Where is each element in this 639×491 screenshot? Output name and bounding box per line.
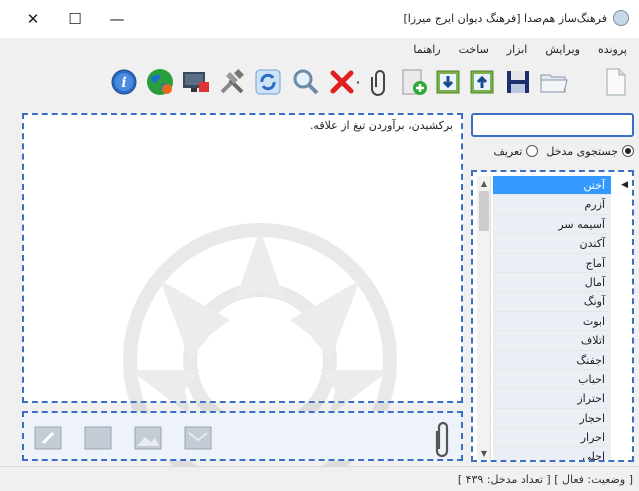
toolbar-dropdown[interactable]: · [352, 66, 364, 98]
definition-search-radio[interactable] [526, 145, 539, 157]
title-bar: ✕ ☐ — فرهنگ‌ساز هم‌صدا [فرهنگ دیوان ایرج… [0, 0, 639, 38]
export-button[interactable] [466, 66, 498, 98]
list-item[interactable]: احتراز [493, 389, 611, 409]
import-icon [436, 70, 460, 94]
list-item[interactable]: اتلاف [493, 331, 611, 351]
open-folder-icon [540, 74, 568, 93]
entry-list: آختن آزرم آسیمه سر آکندن آماج آمال آونگ ابوت اتل… [477, 176, 611, 460]
list-item[interactable]: ابوت [493, 311, 611, 332]
window-title: فرهنگ‌ساز هم‌صدا [فرهنگ دیوان ایرج میرزا… [403, 12, 607, 25]
list-item[interactable]: احلی [493, 447, 611, 460]
entry-search-label: جستجوی مدخل [546, 144, 618, 158]
refresh-button[interactable] [252, 66, 284, 98]
menu-edit[interactable]: ویرایش [536, 43, 589, 56]
computer-icon [183, 72, 209, 92]
refresh-icon [255, 69, 281, 95]
search-button[interactable] [290, 66, 322, 98]
dropdown-arrow-icon: · [355, 72, 361, 92]
minimize-button[interactable]: — [106, 8, 128, 30]
menu-file[interactable]: پرونده [589, 43, 636, 56]
tools-button[interactable] [216, 66, 248, 98]
add-document-button[interactable] [398, 66, 430, 98]
search-icon [293, 69, 319, 95]
definition-panel[interactable]: برکشیدن، برآوردن تیغ از علاقه. [22, 113, 463, 403]
entry-list-panel: ▲ ▼ آختن آزرم آسیمه سر آکندن آماج آمال آونگ ابو… [471, 170, 634, 462]
attach-button[interactable] [364, 66, 396, 98]
globe-button[interactable] [144, 66, 176, 98]
maximize-button[interactable]: ☐ [64, 8, 86, 30]
edit-icon[interactable] [34, 426, 62, 450]
list-item[interactable]: آمال [493, 272, 611, 293]
list-item[interactable]: آزرم [493, 195, 611, 215]
new-document-button[interactable] [600, 66, 632, 98]
blank-icon[interactable] [84, 426, 112, 450]
definition-search-label: تعریف [493, 144, 523, 158]
info-button[interactable]: i [108, 66, 140, 98]
maximize-icon: ☐ [68, 10, 82, 28]
menu-bar: پرونده ویرایش ابزار ساخت راهنما [0, 38, 639, 60]
app-icon [613, 10, 629, 26]
image-icon[interactable] [134, 426, 162, 450]
paperclip-icon[interactable] [433, 419, 451, 457]
status-text: [ وضعیت: فعال ] [ تعداد مدخل: ۴۳۹ ] [457, 473, 633, 486]
minimize-icon: — [109, 10, 125, 28]
import-button[interactable] [432, 66, 464, 98]
current-row-marker-icon: ◀ [621, 180, 628, 190]
entry-search-radio[interactable] [622, 145, 634, 157]
svg-text:i: i [121, 75, 126, 91]
list-item[interactable]: احباب [493, 369, 611, 390]
toolbar: i · [0, 60, 639, 104]
message-icon[interactable] [184, 426, 212, 450]
close-button[interactable]: ✕ [22, 8, 44, 30]
search-mode-options: جستجوی مدخل تعریف [471, 141, 634, 161]
list-item[interactable]: آختن [493, 176, 611, 196]
save-icon [507, 71, 529, 93]
export-icon [470, 70, 494, 94]
save-button[interactable] [502, 66, 534, 98]
info-icon: i [111, 69, 137, 95]
bottom-toolbar [22, 411, 463, 461]
list-item[interactable]: آماج [493, 253, 611, 273]
menu-help[interactable]: راهنما [404, 43, 449, 56]
add-document-icon [402, 69, 427, 95]
definition-text: برکشیدن، برآوردن تیغ از علاقه. [309, 119, 453, 132]
list-item[interactable]: آکندن [493, 234, 611, 254]
list-item[interactable]: احجار [493, 408, 611, 429]
list-item[interactable]: اجفنگ [493, 350, 611, 370]
list-item[interactable]: احرار [493, 428, 611, 448]
menu-build[interactable]: ساخت [450, 43, 498, 56]
attach-icon [371, 70, 385, 96]
computer-button[interactable] [180, 66, 212, 98]
close-icon: ✕ [26, 10, 40, 28]
new-document-icon [606, 68, 626, 96]
search-input[interactable] [471, 113, 634, 137]
status-bar: [ وضعیت: فعال ] [ تعداد مدخل: ۴۳۹ ] [0, 466, 639, 491]
open-folder-button[interactable] [538, 66, 570, 98]
globe-icon [147, 69, 173, 95]
menu-tools[interactable]: ابزار [498, 43, 537, 56]
list-item[interactable]: آونگ [493, 292, 611, 312]
tools-icon [220, 69, 244, 94]
list-item[interactable]: آسیمه سر [493, 214, 611, 235]
